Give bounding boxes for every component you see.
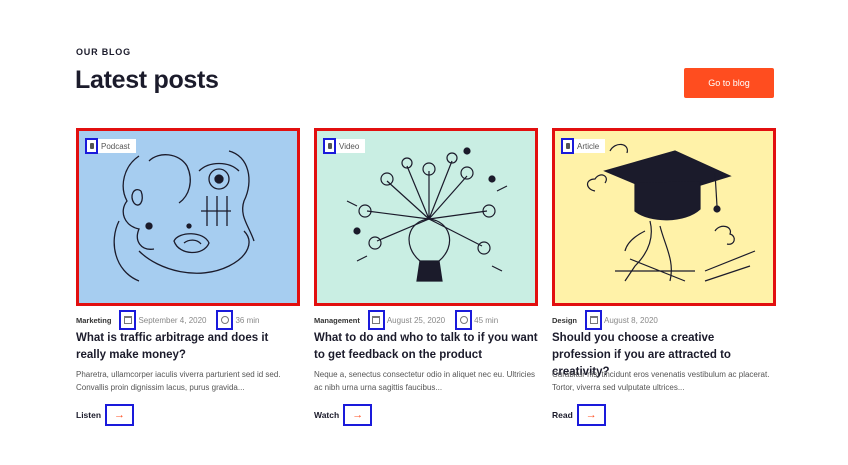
post-type-badge: Article xyxy=(561,137,606,154)
arrow-right-icon[interactable]: → xyxy=(343,404,373,426)
file-icon xyxy=(561,137,574,154)
action-label: Watch xyxy=(314,410,340,420)
post-date: August 8, 2020 xyxy=(604,315,658,325)
watch-link[interactable]: Watch → xyxy=(314,404,373,426)
calendar-icon xyxy=(367,310,385,330)
post-date: September 4, 2020 xyxy=(138,315,207,325)
post-type-label: Article xyxy=(577,141,600,151)
action-label: Listen xyxy=(76,410,102,420)
post-thumbnail[interactable]: Article xyxy=(552,128,776,306)
post-duration: 45 min xyxy=(474,315,499,325)
post-title[interactable]: What to do and who to talk to if you wan… xyxy=(314,330,538,364)
arrow-right-icon[interactable]: → xyxy=(105,404,135,426)
clock-icon xyxy=(216,310,234,330)
post-type-badge: Video xyxy=(323,137,366,154)
action-label: Read xyxy=(552,410,573,420)
post-meta: Marketing September 4, 2020 36 min xyxy=(76,310,260,330)
article-illustration xyxy=(586,143,756,282)
post-category: Management xyxy=(314,315,360,325)
post-type-label: Video xyxy=(339,141,360,151)
post-thumbnail[interactable]: Podcast xyxy=(76,128,300,306)
post-card: Article Design August 8, 2020 Should you… xyxy=(552,128,776,426)
listen-link[interactable]: Listen → xyxy=(76,404,135,426)
post-category: Design xyxy=(552,315,578,325)
post-excerpt: Neque a, senectus consectetur odio in al… xyxy=(314,370,536,392)
post-meta: Management August 25, 2020 45 min xyxy=(314,310,498,330)
clock-icon xyxy=(455,310,473,330)
go-to-blog-button[interactable]: Go to blog xyxy=(684,68,774,98)
post-type-badge: Podcast xyxy=(85,137,136,154)
post-meta: Design August 8, 2020 xyxy=(552,310,658,330)
post-excerpt: Curabitur nisi tincidunt eros venenatis … xyxy=(552,370,770,392)
post-category: Marketing xyxy=(76,315,112,325)
arrow-right-icon[interactable]: → xyxy=(576,404,606,426)
post-card: Podcast Marketing September 4, 2020 36 m… xyxy=(76,128,300,426)
page-title: Latest posts xyxy=(75,66,219,94)
post-card: Video Management August 25, 2020 45 min … xyxy=(314,128,538,426)
post-excerpt: Pharetra, ullamcorper iaculis viverra pa… xyxy=(76,370,281,392)
podcast-illustration xyxy=(113,150,255,282)
calendar-icon xyxy=(119,310,137,330)
video-illustration xyxy=(346,147,508,282)
post-duration: 36 min xyxy=(235,315,260,325)
read-link[interactable]: Read → xyxy=(552,404,606,426)
post-title[interactable]: What is traffic arbitrage and does it re… xyxy=(76,330,300,364)
video-icon xyxy=(323,137,336,154)
calendar-icon xyxy=(585,310,603,330)
eyebrow-label: OUR BLOG xyxy=(76,47,131,57)
post-date: August 25, 2020 xyxy=(386,315,446,325)
post-type-label: Podcast xyxy=(101,141,130,151)
post-thumbnail[interactable]: Video xyxy=(314,128,538,306)
microphone-icon xyxy=(85,137,98,154)
